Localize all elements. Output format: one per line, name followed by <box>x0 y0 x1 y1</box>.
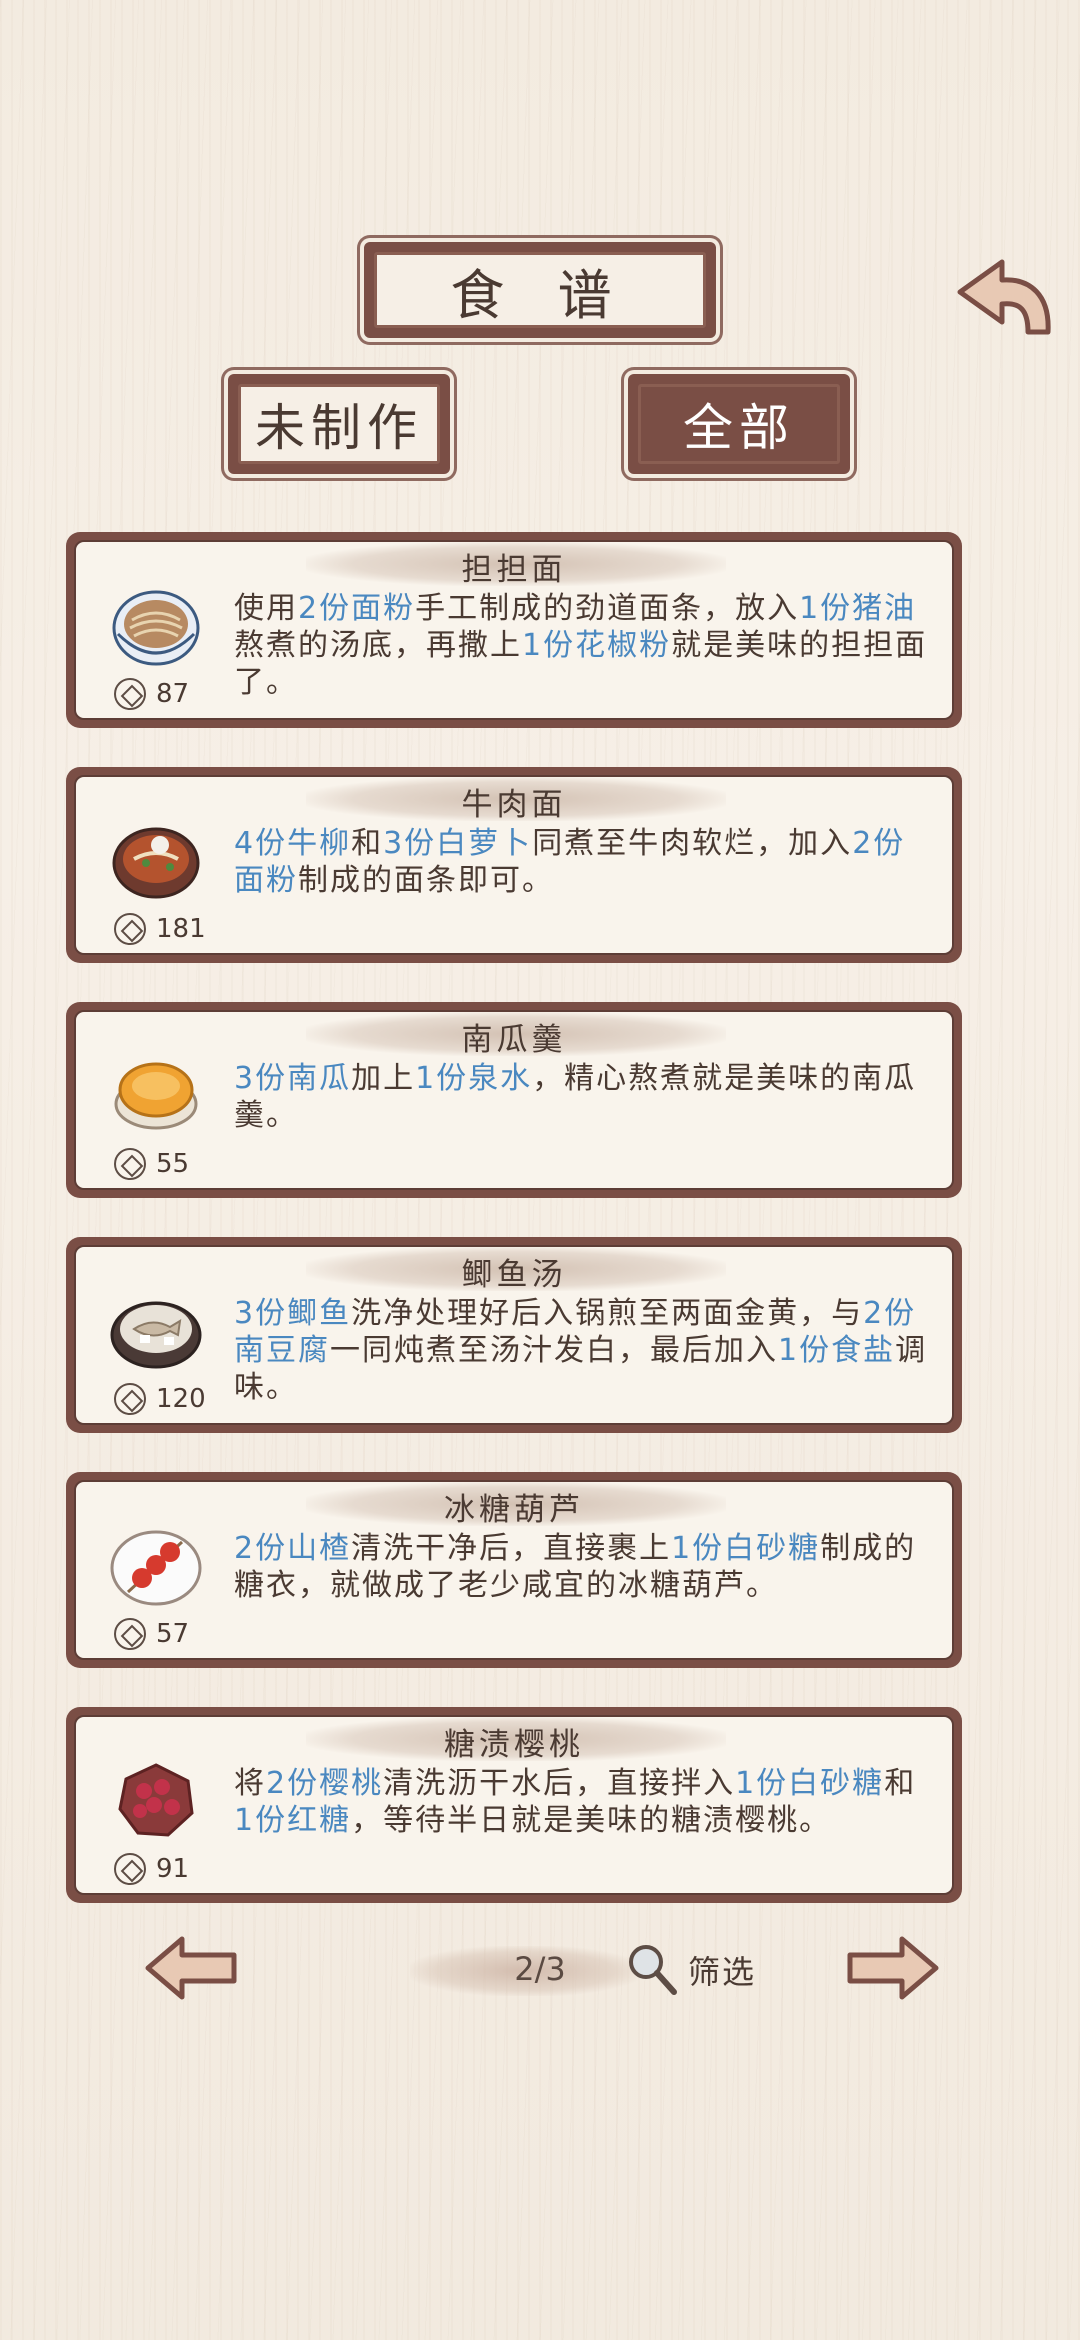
fish-soup-icon <box>110 1301 202 1369</box>
ingredient-highlight: 1份猪油 <box>799 591 917 626</box>
back-button[interactable] <box>950 240 1060 340</box>
price: 91 <box>114 1853 189 1885</box>
dandan-noodles-icon <box>112 590 200 666</box>
coin-icon <box>114 1853 146 1885</box>
recipe-card[interactable]: 糖渍樱桃 91 将2份樱桃清洗沥干水后，直接拌入1份白砂糖和1份红糖，等待半日就… <box>66 1707 962 1903</box>
price: 120 <box>114 1383 206 1415</box>
price: 55 <box>114 1148 189 1180</box>
tab-unmade[interactable]: 未制作 <box>228 374 450 474</box>
price-value: 87 <box>156 679 190 709</box>
ingredient-highlight: 2份山楂 <box>234 1531 352 1566</box>
price-value: 91 <box>156 1854 190 1884</box>
title-plaque: 食 谱 <box>364 242 716 338</box>
price: 87 <box>114 678 189 710</box>
recipe-description: 3份鲫鱼洗净处理好后入锅煎至两面金黄，与2份南豆腐一同炖煮至汤汁发白，最后加入1… <box>234 1295 932 1406</box>
price-value: 181 <box>156 914 206 944</box>
price-value: 120 <box>156 1384 206 1414</box>
recipe-description: 使用2份面粉手工制成的劲道面条，放入1份猪油熬煮的汤底，再撒上1份花椒粉就是美味… <box>234 590 932 701</box>
price: 57 <box>114 1618 189 1650</box>
description-text: 一同炖煮至汤汁发白，最后加入 <box>330 1333 778 1368</box>
description-text: 熬煮的汤底，再撒上 <box>234 628 522 663</box>
ingredient-highlight: 2份面粉 <box>298 591 416 626</box>
description-text: ，等待半日就是美味的糖渍樱桃。 <box>351 1803 832 1838</box>
ingredient-highlight: 3份南瓜 <box>234 1061 352 1096</box>
candied-cherries-icon <box>118 1763 194 1837</box>
magnifier-icon <box>629 1945 677 1995</box>
price: 181 <box>114 913 206 945</box>
recipe-card[interactable]: 南瓜羹 55 3份南瓜加上1份泉水，精心熬煮就是美味的南瓜羹。 <box>66 1002 962 1198</box>
left-arrow-icon <box>145 1936 237 2000</box>
coin-icon <box>114 1383 146 1415</box>
ingredient-highlight: 1份花椒粉 <box>522 628 672 663</box>
coin-icon <box>114 913 146 945</box>
back-arrow-icon <box>957 259 1051 335</box>
right-arrow-icon <box>847 1936 939 2000</box>
description-text: 手工制成的劲道面条，放入 <box>415 591 800 626</box>
page-title: 食 谱 <box>374 252 706 328</box>
ingredient-highlight: 3份白萝卜 <box>383 826 533 861</box>
coin-icon <box>114 678 146 710</box>
description-text: 清洗沥干水后，直接拌入 <box>383 1766 736 1801</box>
recipe-description: 2份山楂清洗干净后，直接裹上1份白砂糖制成的糖衣，就做成了老少咸宜的冰糖葫芦。 <box>234 1530 932 1604</box>
description-text: 和 <box>351 826 384 861</box>
filter-button[interactable]: 筛选 <box>622 1940 756 2000</box>
coin-icon <box>114 1148 146 1180</box>
description-text: 制成的面条即可。 <box>298 863 554 898</box>
prev-page-button[interactable] <box>142 1933 242 2003</box>
ingredient-highlight: 4份牛柳 <box>234 826 352 861</box>
coin-icon <box>114 1618 146 1650</box>
recipe-card[interactable]: 担担面 87 使用2份面粉手工制成的劲道面条，放入1份猪油熬煮的汤底，再撒上1份… <box>66 532 962 728</box>
price-value: 55 <box>156 1149 190 1179</box>
tab-all[interactable]: 全部 <box>628 374 850 474</box>
recipe-card[interactable]: 牛肉面 181 4份牛柳和3份白萝卜同煮至牛肉软烂，加入2份面粉制成的面条即可。 <box>66 767 962 963</box>
description-text: 清洗干净后，直接裹上 <box>351 1531 672 1566</box>
description-text: 加上 <box>351 1061 416 1096</box>
tab-all-label: 全部 <box>638 384 840 464</box>
ingredient-highlight: 1份食盐 <box>778 1333 896 1368</box>
description-text: 将 <box>234 1766 266 1801</box>
ingredient-highlight: 1份红糖 <box>234 1803 352 1838</box>
pumpkin-soup-icon <box>114 1062 198 1130</box>
recipe-description: 将2份樱桃清洗沥干水后，直接拌入1份白砂糖和 1份红糖，等待半日就是美味的糖渍樱桃… <box>234 1765 932 1839</box>
ingredient-highlight: 2份樱桃 <box>266 1766 384 1801</box>
recipe-card[interactable]: 冰糖葫芦 57 2份山楂清洗干净后，直接裹上1份白砂糖制成的糖衣，就做成了老少咸… <box>66 1472 962 1668</box>
description-text: 和 <box>884 1766 917 1801</box>
price-value: 57 <box>156 1619 190 1649</box>
candied-haws-icon <box>110 1530 202 1606</box>
ingredient-highlight: 1份白砂糖 <box>671 1531 821 1566</box>
description-text: 洗净处理好后入锅煎至两面金黄，与 <box>351 1296 864 1331</box>
beef-noodles-icon <box>112 827 200 899</box>
next-page-button[interactable] <box>842 1933 942 2003</box>
ingredient-highlight: 3份鲫鱼 <box>234 1296 352 1331</box>
description-text: 使用 <box>234 591 298 626</box>
filter-label: 筛选 <box>688 1953 757 1991</box>
ingredient-highlight: 1份白砂糖 <box>735 1766 885 1801</box>
recipe-card[interactable]: 鲫鱼汤 120 3份鲫鱼洗净处理好后入锅煎至两面金黄，与2份南豆腐一同炖煮至汤汁… <box>66 1237 962 1433</box>
recipe-description: 4份牛柳和3份白萝卜同煮至牛肉软烂，加入2份面粉制成的面条即可。 <box>234 825 932 899</box>
ingredient-highlight: 1份泉水 <box>415 1061 533 1096</box>
recipe-description: 3份南瓜加上1份泉水，精心熬煮就是美味的南瓜羹。 <box>234 1060 932 1134</box>
description-text: 同煮至牛肉软烂，加入 <box>532 826 853 861</box>
tab-unmade-label: 未制作 <box>238 384 440 464</box>
